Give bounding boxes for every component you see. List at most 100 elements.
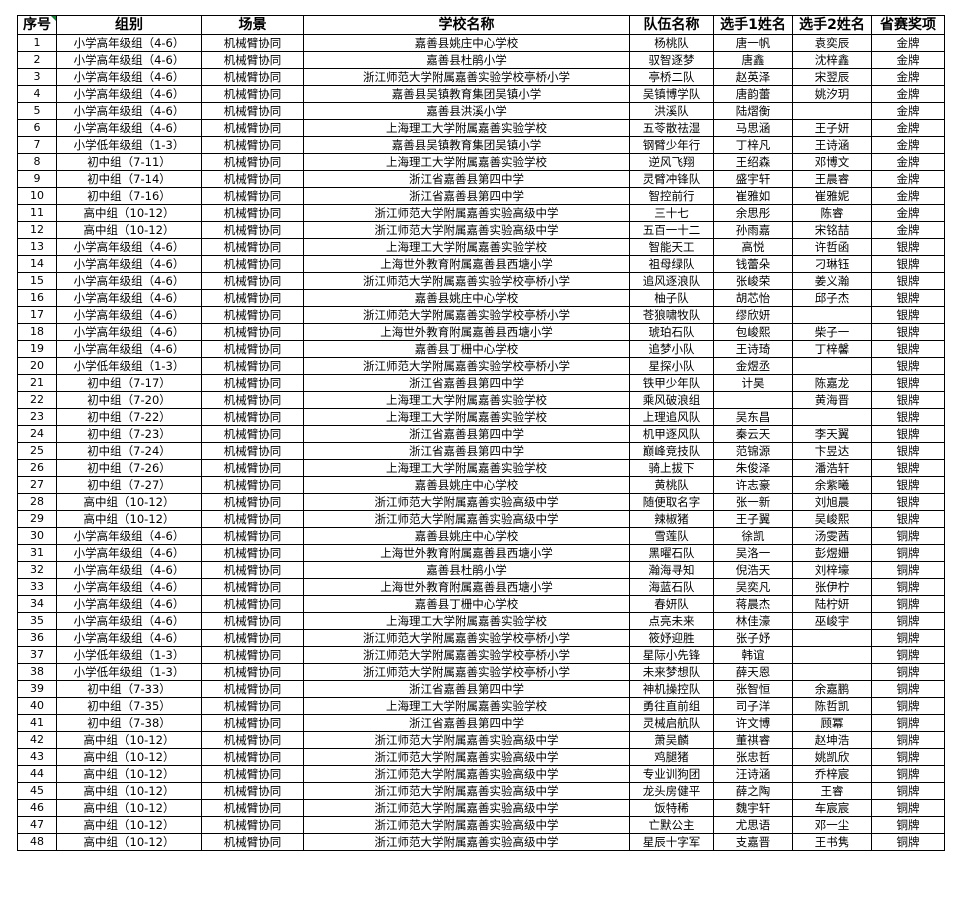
player2-cell[interactable] <box>792 646 872 664</box>
school-cell[interactable]: 上海理工大学附属嘉善实验学校 <box>303 238 630 256</box>
player1-cell[interactable]: 魏宇轩 <box>713 799 793 817</box>
award-cell[interactable]: 铜牌 <box>871 612 945 630</box>
player1-cell[interactable]: 朱俊泽 <box>713 459 793 477</box>
award-cell[interactable]: 金牌 <box>871 34 945 52</box>
scene-cell[interactable]: 机械臂协同 <box>201 119 304 137</box>
award-cell[interactable]: 银牌 <box>871 442 945 460</box>
player2-cell[interactable]: 巫峻宇 <box>792 612 872 630</box>
header-index[interactable]: 序号 <box>17 15 57 35</box>
award-cell[interactable]: 金牌 <box>871 204 945 222</box>
award-cell[interactable]: 铜牌 <box>871 544 945 562</box>
group-cell[interactable]: 小学高年级组（4-6） <box>56 561 202 579</box>
school-cell[interactable]: 浙江师范大学附属嘉善实验学校亭桥小学 <box>303 357 630 375</box>
group-cell[interactable]: 小学高年级组（4-6） <box>56 102 202 120</box>
scene-cell[interactable]: 机械臂协同 <box>201 493 304 511</box>
index-cell[interactable]: 14 <box>17 255 57 273</box>
index-cell[interactable]: 8 <box>17 153 57 171</box>
player2-cell[interactable]: 刁琳钰 <box>792 255 872 273</box>
player1-cell[interactable]: 孙雨嘉 <box>713 221 793 239</box>
index-cell[interactable]: 43 <box>17 748 57 766</box>
index-cell[interactable]: 21 <box>17 374 57 392</box>
team-cell[interactable]: 洪溪队 <box>629 102 714 120</box>
index-cell[interactable]: 35 <box>17 612 57 630</box>
team-cell[interactable]: 鸡腿猪 <box>629 748 714 766</box>
index-cell[interactable]: 25 <box>17 442 57 460</box>
scene-cell[interactable]: 机械臂协同 <box>201 799 304 817</box>
scene-cell[interactable]: 机械臂协同 <box>201 221 304 239</box>
award-cell[interactable]: 铜牌 <box>871 629 945 647</box>
player1-cell[interactable]: 马思涵 <box>713 119 793 137</box>
player1-cell[interactable]: 许文博 <box>713 714 793 732</box>
group-cell[interactable]: 初中组（7-11） <box>56 153 202 171</box>
player2-cell[interactable]: 黄海晋 <box>792 391 872 409</box>
player1-cell[interactable]: 王绍森 <box>713 153 793 171</box>
player2-cell[interactable] <box>792 629 872 647</box>
award-cell[interactable]: 金牌 <box>871 68 945 86</box>
index-cell[interactable]: 17 <box>17 306 57 324</box>
team-cell[interactable]: 追风逐浪队 <box>629 272 714 290</box>
player1-cell[interactable]: 余思彤 <box>713 204 793 222</box>
team-cell[interactable]: 黑曜石队 <box>629 544 714 562</box>
team-cell[interactable]: 吴镇博学队 <box>629 85 714 103</box>
index-cell[interactable]: 15 <box>17 272 57 290</box>
group-cell[interactable]: 小学高年级组（4-6） <box>56 238 202 256</box>
index-cell[interactable]: 18 <box>17 323 57 341</box>
player2-cell[interactable]: 许哲函 <box>792 238 872 256</box>
group-cell[interactable]: 初中组（7-17） <box>56 374 202 392</box>
index-cell[interactable]: 40 <box>17 697 57 715</box>
group-cell[interactable]: 高中组（10-12） <box>56 833 202 851</box>
team-cell[interactable]: 柚子队 <box>629 289 714 307</box>
player1-cell[interactable]: 高悦 <box>713 238 793 256</box>
team-cell[interactable]: 亡默公主 <box>629 816 714 834</box>
team-cell[interactable]: 铁甲少年队 <box>629 374 714 392</box>
school-cell[interactable]: 上海世外教育附属嘉善县西塘小学 <box>303 578 630 596</box>
scene-cell[interactable]: 机械臂协同 <box>201 425 304 443</box>
player1-cell[interactable]: 张峻荣 <box>713 272 793 290</box>
player1-cell[interactable]: 薛天恩 <box>713 663 793 681</box>
school-cell[interactable]: 嘉善县洪溪小学 <box>303 102 630 120</box>
school-cell[interactable]: 上海理工大学附属嘉善实验学校 <box>303 119 630 137</box>
school-cell[interactable]: 浙江师范大学附属嘉善实验高级中学 <box>303 493 630 511</box>
player1-cell[interactable]: 张子妤 <box>713 629 793 647</box>
player2-cell[interactable]: 陈睿 <box>792 204 872 222</box>
group-cell[interactable]: 小学高年级组（4-6） <box>56 85 202 103</box>
player1-cell[interactable]: 王子翼 <box>713 510 793 528</box>
player2-cell[interactable]: 李天翼 <box>792 425 872 443</box>
award-cell[interactable]: 铜牌 <box>871 561 945 579</box>
player1-cell[interactable]: 陆熠衡 <box>713 102 793 120</box>
group-cell[interactable]: 小学高年级组（4-6） <box>56 595 202 613</box>
index-cell[interactable]: 44 <box>17 765 57 783</box>
scene-cell[interactable]: 机械臂协同 <box>201 680 304 698</box>
player2-cell[interactable] <box>792 102 872 120</box>
player2-cell[interactable]: 王子妍 <box>792 119 872 137</box>
award-cell[interactable]: 银牌 <box>871 476 945 494</box>
index-cell[interactable]: 47 <box>17 816 57 834</box>
player1-cell[interactable]: 金煜丞 <box>713 357 793 375</box>
player1-cell[interactable]: 张忠哲 <box>713 748 793 766</box>
group-cell[interactable]: 小学高年级组（4-6） <box>56 119 202 137</box>
scene-cell[interactable]: 机械臂协同 <box>201 340 304 358</box>
player2-cell[interactable]: 丁梓馨 <box>792 340 872 358</box>
player2-cell[interactable]: 乔梓宸 <box>792 765 872 783</box>
player2-cell[interactable]: 车宸宸 <box>792 799 872 817</box>
player2-cell[interactable]: 刘旭晨 <box>792 493 872 511</box>
scene-cell[interactable]: 机械臂协同 <box>201 391 304 409</box>
group-cell[interactable]: 高中组（10-12） <box>56 816 202 834</box>
index-cell[interactable]: 34 <box>17 595 57 613</box>
player1-cell[interactable]: 丁梓凡 <box>713 136 793 154</box>
scene-cell[interactable]: 机械臂协同 <box>201 289 304 307</box>
team-cell[interactable]: 筱妤迎胜 <box>629 629 714 647</box>
player2-cell[interactable]: 柴子一 <box>792 323 872 341</box>
scene-cell[interactable]: 机械臂协同 <box>201 697 304 715</box>
group-cell[interactable]: 小学高年级组（4-6） <box>56 527 202 545</box>
player1-cell[interactable] <box>713 391 793 409</box>
group-cell[interactable]: 小学高年级组（4-6） <box>56 34 202 52</box>
team-cell[interactable]: 五百一十二 <box>629 221 714 239</box>
award-cell[interactable]: 金牌 <box>871 102 945 120</box>
player2-cell[interactable]: 邓一尘 <box>792 816 872 834</box>
team-cell[interactable]: 星际小先锋 <box>629 646 714 664</box>
school-cell[interactable]: 浙江省嘉善县第四中学 <box>303 425 630 443</box>
award-cell[interactable]: 铜牌 <box>871 833 945 851</box>
index-cell[interactable]: 28 <box>17 493 57 511</box>
player1-cell[interactable]: 赵英泽 <box>713 68 793 86</box>
